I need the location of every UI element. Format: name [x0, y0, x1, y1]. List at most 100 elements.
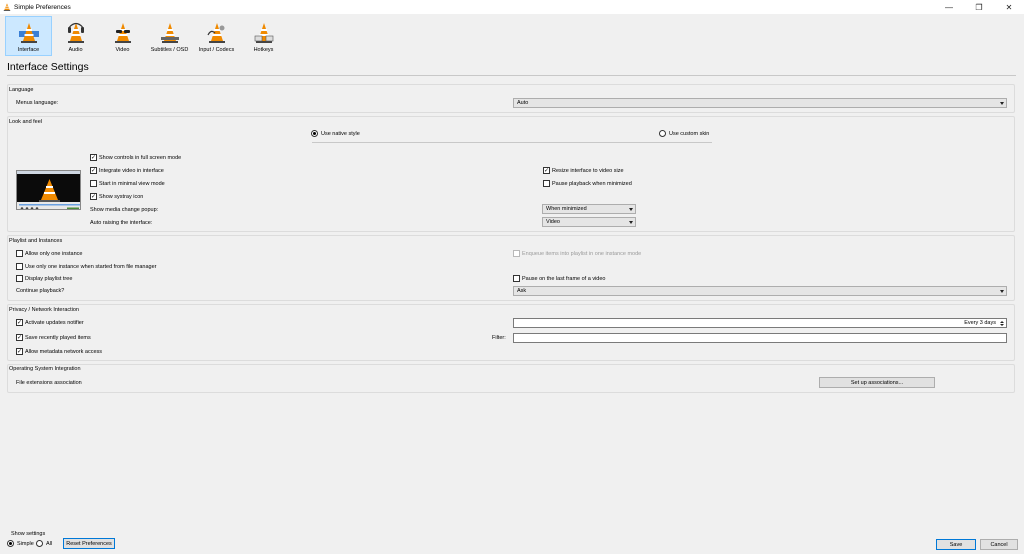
check-icon: ✓: [16, 348, 23, 355]
show-systray-checkbox[interactable]: ✓ Show systray icon: [90, 193, 143, 200]
radio-dot: [36, 540, 43, 547]
auto-raise-value: Video: [546, 219, 560, 225]
interface-cone-icon: [18, 23, 39, 43]
group-title-playlist: Playlist and Instances: [9, 238, 63, 244]
menus-language-value: Auto: [517, 100, 529, 106]
chevron-down-icon: [629, 208, 633, 211]
check-icon: ✓: [16, 319, 23, 326]
setup-associations-button[interactable]: Set up associations...: [819, 377, 935, 388]
checkbox-label: Show controls in full screen mode: [99, 154, 182, 161]
tab-hotkeys[interactable]: Hotkeys: [240, 16, 287, 56]
minimize-icon[interactable]: —: [934, 0, 964, 14]
checkbox-label: Pause on the last frame of a video: [522, 275, 606, 282]
spin-arrows-icon[interactable]: [998, 319, 1005, 327]
all-label: All: [46, 540, 53, 547]
save-button[interactable]: Save: [936, 539, 976, 550]
chevron-down-icon: [1000, 102, 1004, 105]
close-icon[interactable]: ✕: [994, 0, 1024, 14]
check-icon: ✓: [543, 167, 550, 174]
divider: [7, 75, 1016, 76]
show-settings-label: Show settings: [11, 531, 46, 537]
tab-label: Video: [115, 47, 130, 53]
tab-interface[interactable]: Interface: [5, 16, 52, 56]
auto-raise-select[interactable]: Video: [542, 217, 636, 227]
menus-language-label: Menus language:: [16, 100, 59, 106]
category-toolbar: Interface Audio Video Subtitles / OSD In…: [5, 16, 287, 56]
display-playlist-tree-checkbox[interactable]: Display playlist tree: [16, 275, 72, 282]
interface-preview-image: [16, 170, 81, 210]
allow-one-instance-checkbox[interactable]: Allow only one instance: [16, 250, 82, 257]
check-icon: ✓: [90, 193, 97, 200]
custom-skin-radio[interactable]: Use custom skin: [659, 130, 709, 137]
checkbox-label: Use only one instance when started from …: [25, 263, 157, 270]
filter-label: Filter:: [492, 335, 506, 341]
custom-skin-label: Use custom skin: [669, 130, 710, 137]
checkbox-label: Activate updates notifier: [25, 319, 84, 326]
input-codecs-cone-icon: [206, 23, 225, 43]
checkbox-label: Pause playback when minimized: [552, 180, 632, 187]
group-title-privacy: Privacy / Network Interaction: [9, 307, 79, 313]
one-instance-file-manager-checkbox[interactable]: Use only one instance when started from …: [16, 263, 156, 270]
checkbox-label: Enqueue items into playlist in one insta…: [522, 250, 642, 257]
tab-label: Audio: [68, 47, 83, 53]
checkbox-label: Show systray icon: [99, 193, 144, 200]
file-ext-label: File extensions association: [16, 380, 82, 386]
restore-icon[interactable]: ❐: [964, 0, 994, 14]
style-divider: [312, 142, 712, 143]
enqueue-items-checkbox: Enqueue items into playlist in one insta…: [513, 250, 641, 257]
tab-label: Interface: [17, 47, 40, 53]
pause-last-frame-checkbox[interactable]: Pause on the last frame of a video: [513, 275, 605, 282]
group-title-os: Operating System Integration: [9, 366, 81, 372]
tab-subtitles-osd[interactable]: Subtitles / OSD: [146, 16, 193, 56]
continue-playback-label: Continue playback?: [16, 288, 65, 294]
native-style-radio[interactable]: Use native style: [311, 130, 360, 137]
tab-label: Hotkeys: [253, 47, 274, 53]
check-icon: ✓: [90, 154, 97, 161]
tab-input-codecs[interactable]: Input / Codecs: [193, 16, 240, 56]
updates-interval-spinbox[interactable]: Every 3 days: [513, 318, 1007, 328]
integrate-video-checkbox[interactable]: ✓ Integrate video in interface: [90, 167, 164, 174]
checkbox-label: Allow metadata network access: [25, 348, 103, 355]
page-title: Interface Settings: [7, 61, 89, 73]
pause-minimized-checkbox[interactable]: Pause playback when minimized: [543, 180, 632, 187]
tab-audio[interactable]: Audio: [52, 16, 99, 56]
audio-cone-icon: [67, 22, 84, 43]
checkbox-label: Allow only one instance: [25, 250, 83, 257]
resize-interface-checkbox[interactable]: ✓ Resize interface to video size: [543, 167, 624, 174]
save-recent-checkbox[interactable]: ✓ Save recently played items: [16, 334, 91, 341]
reset-preferences-button[interactable]: Reset Preferences: [63, 538, 115, 549]
media-popup-value: When minimized: [546, 206, 587, 212]
chevron-down-icon: [1000, 290, 1004, 293]
group-title-language: Language: [9, 87, 34, 93]
check-icon: ✓: [16, 334, 23, 341]
window-title: Simple Preferences: [14, 3, 71, 11]
checkbox-label: Display playlist tree: [25, 275, 73, 282]
radio-dot: [311, 130, 318, 137]
media-popup-select[interactable]: When minimized: [542, 204, 636, 214]
all-radio[interactable]: All: [36, 540, 52, 547]
menus-language-select[interactable]: Auto: [513, 98, 1007, 108]
checkbox-label: Integrate video in interface: [99, 167, 164, 174]
checkbox-label: Save recently played items: [25, 334, 91, 341]
simple-label: Simple: [17, 540, 34, 547]
checkbox-label: Start in minimal view mode: [99, 180, 165, 187]
hotkeys-cone-icon: [254, 23, 273, 43]
simple-radio[interactable]: Simple: [7, 540, 34, 547]
tab-label: Subtitles / OSD: [150, 47, 189, 53]
chevron-down-icon: [629, 221, 633, 224]
radio-dot: [659, 130, 666, 137]
vlc-app-icon: [3, 3, 11, 11]
filter-input[interactable]: [513, 333, 1007, 343]
show-controls-fullscreen-checkbox[interactable]: ✓ Show controls in full screen mode: [90, 154, 181, 161]
continue-playback-select[interactable]: Ask: [513, 286, 1007, 296]
title-bar: Simple Preferences — ❐ ✕: [0, 0, 1024, 14]
tab-video[interactable]: Video: [99, 16, 146, 56]
radio-dot: [7, 540, 14, 547]
updates-notifier-checkbox[interactable]: ✓ Activate updates notifier: [16, 319, 84, 326]
cancel-button[interactable]: Cancel: [980, 539, 1018, 550]
metadata-access-checkbox[interactable]: ✓ Allow metadata network access: [16, 348, 102, 355]
media-popup-label: Show media change popup:: [90, 207, 159, 213]
start-minimal-checkbox[interactable]: Start in minimal view mode: [90, 180, 165, 187]
preview-cone-icon: [17, 171, 80, 209]
tab-label: Input / Codecs: [198, 47, 235, 53]
